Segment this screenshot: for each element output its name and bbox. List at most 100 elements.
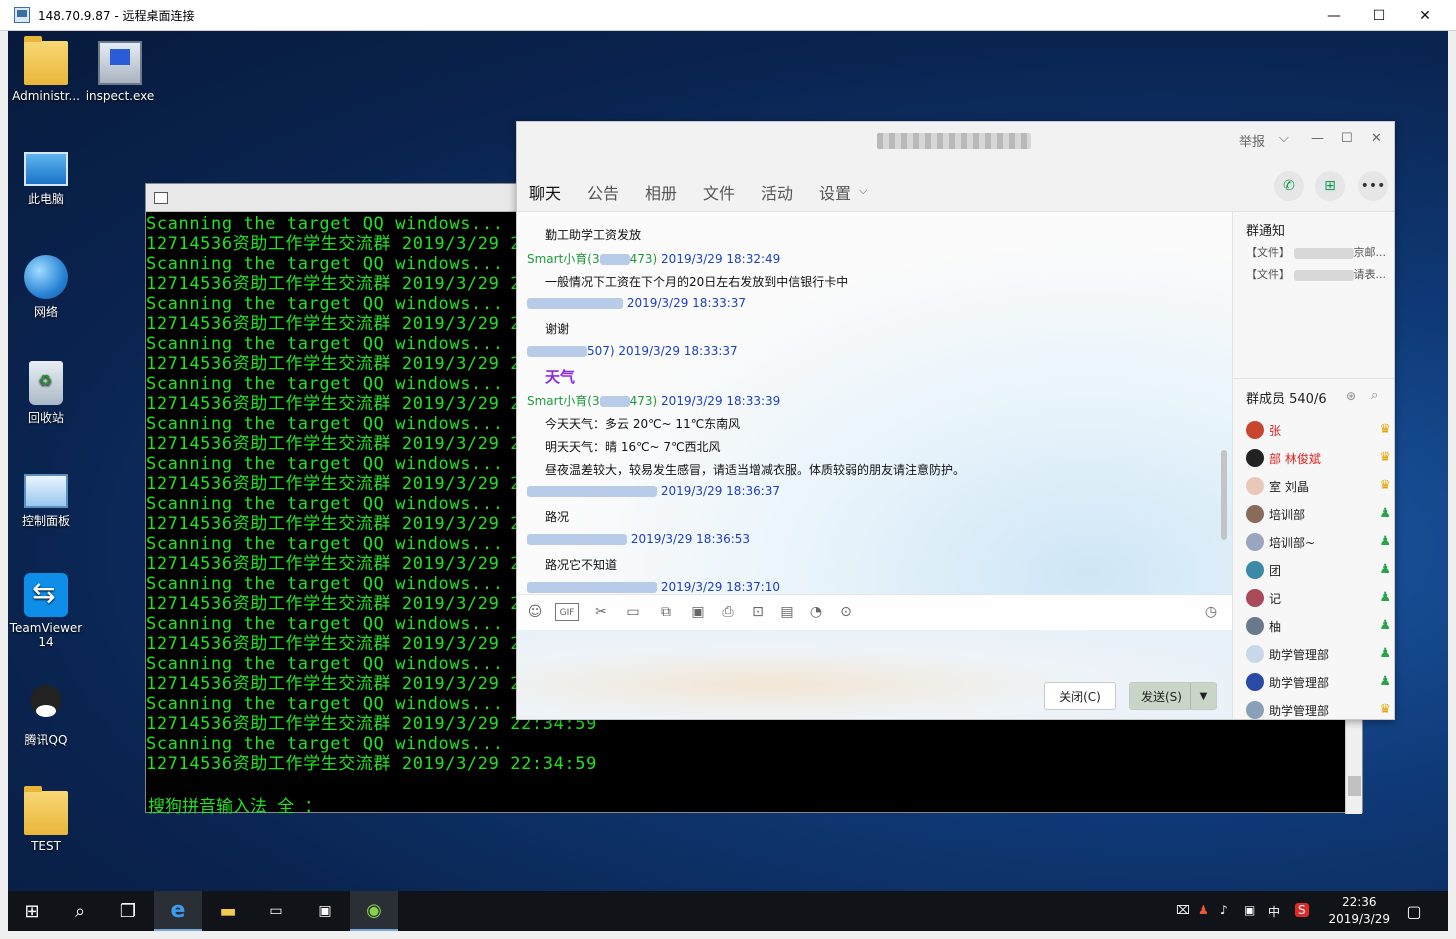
tab-chat[interactable]: 聊天 [529,180,562,216]
tab-announcement[interactable]: 公告 [587,180,619,204]
maximize-button[interactable]: ☐ [1356,0,1402,31]
member-item[interactable]: 培训部~ ♟ [1246,531,1391,553]
report-button[interactable]: 举报 [1239,131,1265,150]
chat-messages[interactable]: 勤工助学工资发放 Smart小育(3 473) 2019/3/29 18:32:4… [517,212,1232,594]
chat-scrollbar[interactable] [1218,212,1230,594]
more-icon[interactable]: ••• [1358,171,1388,201]
member-badge-icon: ♟ [1379,646,1391,661]
message-header: 507) 2019/3/29 18:33:37 [527,344,738,358]
desktop-icon-inspect[interactable]: inspect.exe [82,41,158,103]
desktop-icon-network[interactable]: 网络 [8,255,84,320]
network-tray-icon[interactable]: ▣ [1244,903,1255,917]
scissors-icon[interactable]: ✂ [591,603,611,621]
tab-files[interactable]: 文件 [703,180,735,204]
add-chat-icon[interactable]: ⊞ [1315,171,1345,201]
member-item[interactable]: 团 ♟ [1246,559,1391,581]
qq-titlebar[interactable]: 举报 ⌵ — ☐ ✕ [517,122,1394,160]
group-notice-item[interactable]: 【文件】 京邮... [1246,244,1386,260]
member-item[interactable]: 助学管理部 ♟ [1246,643,1391,665]
chevron-down-icon[interactable]: ⌵ [1279,131,1289,146]
message-header: 2019/3/29 18:36:37 [527,484,780,498]
admin-badge-icon: ♛ [1379,478,1391,493]
console-taskbar-icon[interactable]: ▭ [252,891,300,931]
member-item[interactable]: 助学管理部 ♛ [1246,699,1391,719]
close-chat-button[interactable]: 关闭(C) [1044,682,1116,710]
volume-muted-icon[interactable]: ♪ [1220,903,1228,917]
chevron-down-icon[interactable]: ▼ [1190,683,1216,709]
desktop-icon-label: Administr... [12,89,80,103]
desktop-icon-control-panel[interactable]: 控制面板 [8,469,84,529]
gift-icon[interactable]: ⊡ [748,603,768,621]
member-item[interactable]: 部 林俊斌 ♛ [1246,447,1391,469]
ime-indicator[interactable]: 中 [1268,903,1280,920]
message-text: 天气 [545,368,576,386]
desktop-icon-label: 网络 [33,305,58,319]
usb-icon[interactable]: ⌧ [1176,903,1190,917]
app-taskbar-icon[interactable]: ◉ [350,891,398,931]
gif-icon[interactable]: GIF [555,603,579,621]
console-scroll-thumb[interactable] [1348,776,1361,796]
member-item[interactable]: 培训部 ♟ [1246,503,1391,525]
search-icon[interactable]: ⌕ [1371,388,1378,403]
rdp-frame-right [1448,31,1456,939]
desktop-icon-teamviewer[interactable]: TeamViewer 14 [8,573,84,649]
chevron-down-icon[interactable]: ⌵ [859,184,867,198]
desktop-icon-test[interactable]: TEST [8,786,84,853]
qq-group-chat-window[interactable]: 举报 ⌵ — ☐ ✕ 聊天 公告 相册 文件 活动 设置 ⌵ ✆ ⊞ ••• 勤… [516,121,1395,720]
message-text: 一般情况下工资在下个月的20日左右发放到中信银行卡中 [545,275,849,289]
folder-icon[interactable]: ▭ [623,603,643,621]
message-header: Smart小育(3 473) 2019/3/29 18:33:39 [527,394,781,408]
emoji-icon[interactable]: ☺ [525,603,545,621]
member-badge-icon: ♟ [1379,534,1391,549]
screenshot-icon[interactable]: ⎙ [718,603,738,621]
tab-album[interactable]: 相册 [645,180,677,204]
red-packet-icon[interactable]: ▤ [777,603,797,621]
sogou-icon[interactable]: S [1295,903,1309,917]
group-notice-item[interactable]: 【文件】 请表... [1246,266,1386,282]
system-clock[interactable]: 22:36 2019/3/29 [1328,894,1390,928]
member-item[interactable]: 张 ♛ [1246,419,1391,441]
desktop-icon-recycle-bin[interactable]: 回收站 [8,361,84,426]
member-item[interactable]: 室 刘晶 ♛ [1246,475,1391,497]
ie-browser-icon[interactable]: e [154,891,202,931]
qq-maximize-button[interactable]: ☐ [1341,131,1353,146]
qq-minimize-button[interactable]: — [1311,131,1324,146]
image-icon[interactable]: ▣ [688,603,708,621]
member-item[interactable]: 记 ♟ [1246,587,1391,609]
bell-icon[interactable]: ◔ [806,603,826,621]
desktop-icon-qq[interactable]: 腾讯QQ [8,683,84,748]
group-members-title: 群成员 540/6 [1246,392,1327,407]
member-item[interactable]: 助学管理部 ♟ [1246,671,1391,693]
remote-desktop-icon [14,7,30,23]
search-icon[interactable]: ⌕ [56,891,104,931]
qq-close-button[interactable]: ✕ [1371,131,1382,146]
notification-icon[interactable]: ▢ [1390,891,1438,931]
sticker-icon[interactable]: ⧉ [656,603,676,621]
member-settings-icon[interactable]: ⊛ [1346,389,1356,403]
control-panel-icon [24,474,68,508]
desktop-icon-administrator[interactable]: Administr... [8,36,84,103]
minimize-button[interactable]: — [1311,0,1357,31]
history-clock-icon[interactable]: ◷ [1201,603,1221,621]
tab-settings[interactable]: 设置 [819,180,851,204]
chat-scroll-thumb[interactable] [1221,450,1227,540]
remote-desktop: Administr... inspect.exe 此电脑 网络 回收站 控制面板… [8,31,1448,891]
recycle-bin-icon [29,361,63,405]
qq-tabs: 聊天 公告 相册 文件 活动 设置 ⌵ ✆ ⊞ ••• [517,160,1394,216]
close-button[interactable]: ✕ [1402,0,1448,31]
desktop-icon-label: inspect.exe [85,89,155,103]
desktop-icon-this-pc[interactable]: 此电脑 [8,148,84,207]
inspect-taskbar-icon[interactable]: ▣ [301,891,349,931]
more-tools-icon[interactable]: ⊙ [836,603,856,621]
task-view-icon[interactable]: ❐ [104,891,152,931]
member-item[interactable]: 柚 ♟ [1246,615,1391,637]
taskbar: ⊞ ⌕ ❐ e ▬ ▭ ▣ ◉ ⌧ ♟ ♪ ▣ 中 S 22:36 2019/3… [8,891,1448,931]
start-windows-icon[interactable]: ⊞ [8,891,56,931]
tab-activities[interactable]: 活动 [761,180,793,204]
send-button[interactable]: 发送(S) ▼ [1129,682,1217,710]
qq-tray-icon[interactable]: ♟ [1198,903,1209,917]
phone-icon[interactable]: ✆ [1274,171,1304,201]
file-explorer-icon[interactable]: ▬ [204,891,252,931]
message-input[interactable]: 关闭(C) 发送(S) ▼ [517,630,1232,719]
message-header: 2019/3/29 18:33:37 [527,296,746,310]
